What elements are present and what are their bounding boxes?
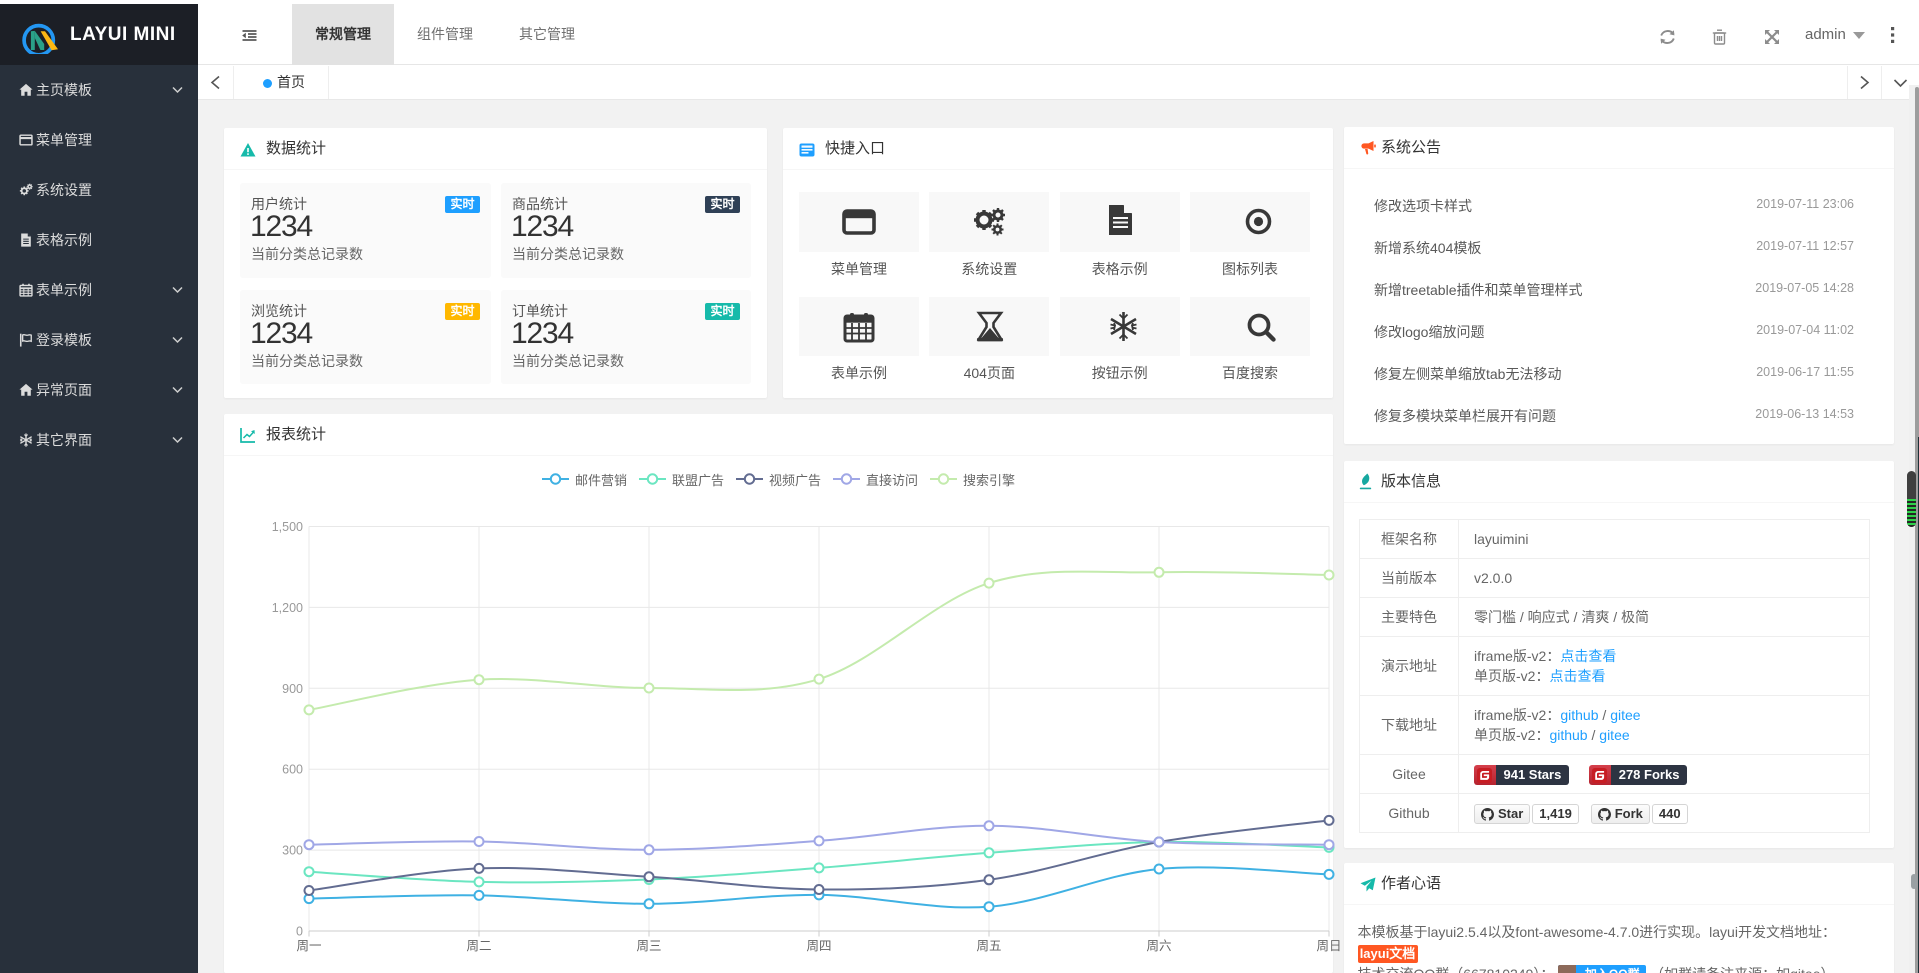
svg-text:周二: 周二 [466, 939, 491, 953]
svg-text:300: 300 [282, 843, 303, 857]
svg-text:周日: 周日 [1316, 939, 1341, 953]
svg-text:周五: 周五 [976, 939, 1001, 953]
svg-text:1,500: 1,500 [272, 520, 303, 534]
svg-text:600: 600 [282, 762, 303, 776]
svg-text:1,200: 1,200 [272, 600, 303, 614]
svg-text:900: 900 [282, 681, 303, 695]
svg-text:周四: 周四 [806, 939, 831, 953]
svg-text:周三: 周三 [636, 939, 661, 953]
svg-text:周一: 周一 [296, 939, 321, 953]
svg-text:0: 0 [296, 924, 303, 938]
svg-text:周六: 周六 [1146, 939, 1171, 953]
